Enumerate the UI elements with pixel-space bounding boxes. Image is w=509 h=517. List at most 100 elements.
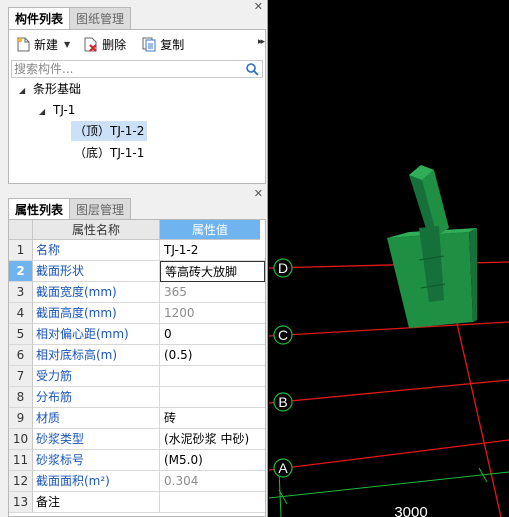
- more-icon[interactable]: ▸▸: [258, 37, 265, 47]
- left-panel: ✕ 构件列表 图纸管理 新建 ▼ 删除 复制 ▸▸ 搜索构件... ◢ 条形基础…: [0, 0, 268, 517]
- property-name: 材质: [33, 408, 160, 429]
- property-row[interactable]: 5 相对偏心距(mm) 0: [9, 324, 265, 345]
- property-name: 截面形状: [33, 261, 160, 282]
- copy-icon: [142, 37, 156, 51]
- row-number: 1: [9, 240, 33, 261]
- property-value[interactable]: [160, 492, 265, 513]
- property-name: 截面宽度(mm): [33, 282, 160, 303]
- property-name: 名称: [33, 240, 160, 261]
- property-value: 365: [160, 282, 265, 303]
- property-grid: 属性名称 属性值 1 名称 TJ-1-2 2 截面形状 等高砖大放脚 3 截面宽度(mm) 36…: [8, 219, 266, 517]
- property-value[interactable]: TJ-1-2: [160, 240, 265, 261]
- property-row[interactable]: 4 截面高度(mm) 1200: [9, 303, 265, 324]
- property-row[interactable]: 3 截面宽度(mm) 365: [9, 282, 265, 303]
- property-row[interactable]: 10 砂浆类型 (水泥砂浆 中砂): [9, 429, 265, 450]
- tree-item-label: 条形基础: [33, 82, 82, 96]
- search-input[interactable]: [12, 61, 240, 77]
- row-number: 11: [9, 450, 33, 471]
- dimension-label: 3000: [394, 504, 427, 517]
- axis-bubble-c[interactable]: C: [273, 325, 293, 345]
- header-corner: [9, 220, 33, 240]
- axis-bubble-d[interactable]: D: [273, 258, 293, 278]
- grid-line-c: [269, 321, 509, 337]
- property-name: 相对底标高(m): [33, 345, 160, 366]
- property-name: 受力筋: [33, 366, 160, 387]
- chevron-down-icon[interactable]: ▼: [64, 40, 70, 49]
- tab-drawing-management[interactable]: 图纸管理: [69, 7, 132, 29]
- property-row[interactable]: 11 砂浆标号 (M5.0): [9, 450, 265, 471]
- property-name: 备注: [33, 492, 160, 513]
- property-name: 相对偏心距(mm): [33, 324, 160, 345]
- row-number: 10: [9, 429, 33, 450]
- expand-arrow-icon[interactable]: ◢: [19, 81, 33, 101]
- dimension-line: [269, 471, 509, 499]
- property-row[interactable]: 1 名称 TJ-1-2: [9, 240, 265, 261]
- tab-property-list[interactable]: 属性列表: [8, 198, 71, 220]
- tree-item-tj1[interactable]: ◢ TJ-1: [39, 100, 75, 120]
- component-tabbar: 构件列表 图纸管理: [8, 7, 132, 29]
- property-value[interactable]: [160, 366, 265, 387]
- grid-line-a: [269, 439, 509, 471]
- property-row[interactable]: 9 材质砖: [9, 408, 265, 429]
- close-icon[interactable]: ✕: [254, 1, 263, 12]
- delete-button-label: 删除: [102, 37, 127, 52]
- axis-bubble-b[interactable]: B: [273, 392, 293, 412]
- row-number: 9: [9, 408, 33, 429]
- new-file-icon: [17, 37, 30, 51]
- foundation-model[interactable]: [387, 165, 477, 328]
- row-number: 4: [9, 303, 33, 324]
- row-number: 12: [9, 471, 33, 492]
- component-toolbar: 新建 ▼ 删除 复制 ▸▸: [9, 30, 265, 58]
- property-name: 砂浆类型: [33, 429, 160, 450]
- property-name: 分布筋: [33, 387, 160, 408]
- tree-item-bottom[interactable]: （底）TJ-1-1: [74, 143, 144, 163]
- row-number: 8: [9, 387, 33, 408]
- new-button-label: 新建: [34, 37, 59, 52]
- tab-component-list[interactable]: 构件列表: [8, 7, 71, 29]
- property-value[interactable]: 砖: [160, 408, 265, 429]
- property-row[interactable]: 13 备注: [9, 492, 265, 513]
- search-box: [11, 60, 263, 78]
- component-list-pane: 新建 ▼ 删除 复制 ▸▸ 搜索构件... ◢ 条形基础 ◢ TJ-1 （顶）T…: [8, 29, 266, 184]
- column-header-name: 属性名称: [33, 220, 160, 240]
- property-row[interactable]: 2 截面形状 等高砖大放脚: [9, 261, 265, 282]
- property-value[interactable]: 等高砖大放脚: [160, 261, 265, 282]
- property-value: 0.304: [160, 471, 265, 492]
- property-row[interactable]: 7 受力筋: [9, 366, 265, 387]
- axis-label-c: C: [278, 327, 288, 343]
- row-number: 5: [9, 324, 33, 345]
- row-number: 13: [9, 492, 33, 513]
- tree-item-label: （顶）TJ-1-2: [74, 124, 145, 138]
- property-value[interactable]: (水泥砂浆 中砂): [160, 429, 265, 450]
- property-value[interactable]: (0.5): [160, 345, 265, 366]
- new-button[interactable]: 新建 ▼: [13, 33, 74, 55]
- property-row[interactable]: 12 截面面积(m²) 0.304: [9, 471, 265, 492]
- property-row[interactable]: 6 相对底标高(m) (0.5): [9, 345, 265, 366]
- search-icon[interactable]: [245, 62, 259, 76]
- close-icon[interactable]: ✕: [254, 188, 263, 199]
- viewport-canvas[interactable]: D C B A 3000: [269, 0, 509, 517]
- tree-item-label: TJ-1: [53, 103, 76, 117]
- 3d-viewport[interactable]: D C B A 3000: [269, 0, 509, 517]
- expand-arrow-icon[interactable]: ◢: [39, 102, 53, 122]
- property-value[interactable]: 0: [160, 324, 265, 345]
- axis-bubble-a[interactable]: A: [273, 458, 293, 478]
- delete-button[interactable]: 删除: [80, 33, 130, 55]
- property-value[interactable]: [160, 387, 265, 408]
- tree-item-top[interactable]: （顶）TJ-1-2: [71, 121, 148, 141]
- axis-label-a: A: [278, 460, 288, 476]
- axis-label-d: D: [278, 260, 288, 276]
- tree-item-root[interactable]: ◢ 条形基础: [19, 79, 81, 99]
- copy-button[interactable]: 复制: [138, 33, 188, 55]
- tab-layer-management[interactable]: 图层管理: [69, 198, 132, 220]
- row-number: 3: [9, 282, 33, 303]
- delete-icon: [84, 37, 97, 52]
- row-number: 7: [9, 366, 33, 387]
- property-value[interactable]: (M5.0): [160, 450, 265, 471]
- column-header-value: 属性值: [160, 220, 260, 240]
- tree-item-label: （底）TJ-1-1: [74, 146, 145, 160]
- property-name: 砂浆标号: [33, 450, 160, 471]
- property-row[interactable]: 8 分布筋: [9, 387, 265, 408]
- row-number: 2: [9, 261, 33, 282]
- property-value: 1200: [160, 303, 265, 324]
